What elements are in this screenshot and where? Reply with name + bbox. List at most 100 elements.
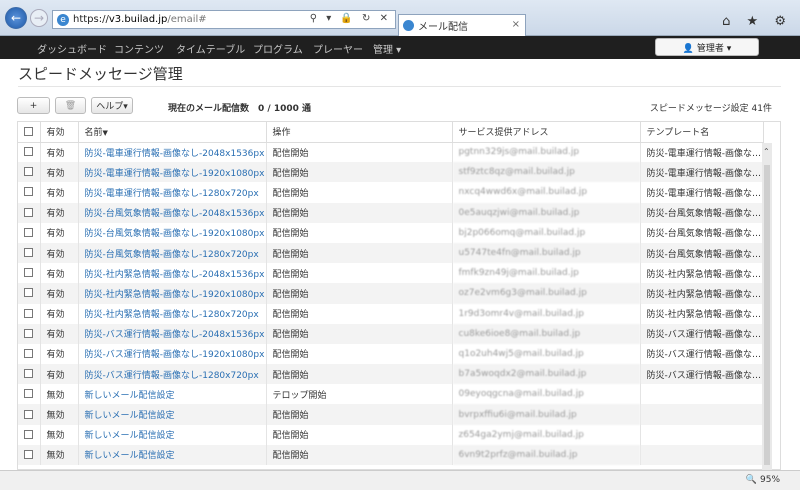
row-checkbox[interactable] xyxy=(24,207,34,217)
header-enabled[interactable]: 有効 xyxy=(40,122,79,143)
row-name-link[interactable]: 新しいメール配信設定 xyxy=(78,424,267,445)
row-select-cell xyxy=(18,424,41,445)
tab-title: メール配信 xyxy=(418,22,468,33)
table-row[interactable]: 無効 新しいメール配信設定 配信開始 z654ga2ymj@mail.builad.j… xyxy=(18,424,764,445)
nav-contents[interactable]: コンテンツ xyxy=(114,41,164,56)
row-checkbox[interactable] xyxy=(24,369,34,379)
row-select-cell xyxy=(18,222,41,243)
row-status: 有効 xyxy=(40,263,79,284)
row-service-address: fmfk9zn49j@mail.builad.jp xyxy=(452,263,641,284)
browser-toolbar-icons[interactable]: ⌂ ★ ⚙ xyxy=(722,14,792,29)
table-row[interactable]: 有効 防災-バス運行情報-画像なし-2048x1536px 配信開始 cu8ke6io… xyxy=(18,323,764,344)
row-service-address: cu8ke6ioe8@mail.builad.jp xyxy=(452,323,641,344)
table-row[interactable]: 有効 防災-バス運行情報-画像なし-1920x1080px 配信開始 q1o2uh4w… xyxy=(18,343,764,365)
table-row[interactable]: 有効 防災-台風気象情報-画像なし-2048x1536px 配信開始 0e5auqzj… xyxy=(18,202,764,223)
row-checkbox[interactable] xyxy=(24,449,34,459)
table-row[interactable]: 有効 防災-バス運行情報-画像なし-1280x720px 配信開始 b7a5woqdx… xyxy=(18,364,764,385)
header-operation[interactable]: 操作 xyxy=(266,122,453,143)
row-template-name xyxy=(640,384,764,405)
chevron-up-icon[interactable]: ⌃ xyxy=(763,147,770,156)
row-name-link[interactable]: 防災-社内緊急情報-画像なし-1280x720px xyxy=(78,303,267,324)
user-menu-button[interactable]: 👤 管理者 ▾ xyxy=(655,38,759,56)
row-name-link[interactable]: 防災-社内緊急情報-画像なし-2048x1536px xyxy=(78,263,267,284)
row-name-link[interactable]: 新しいメール配信設定 xyxy=(78,384,267,405)
row-checkbox[interactable] xyxy=(24,268,34,278)
back-button[interactable]: ← xyxy=(5,7,27,29)
row-service-address: b7a5woqdx2@mail.builad.jp xyxy=(452,364,641,385)
select-all-checkbox[interactable] xyxy=(24,126,34,136)
header-name[interactable]: 名前▼ xyxy=(78,122,267,143)
row-name-link[interactable]: 防災-電車運行情報-画像なし-2048x1536px xyxy=(78,142,267,163)
row-name-link[interactable]: 防災-バス運行情報-画像なし-2048x1536px xyxy=(78,323,267,344)
vertical-scrollbar[interactable]: ⌃ xyxy=(762,143,772,470)
delete-button[interactable]: 🗑 xyxy=(55,97,86,114)
nav-program[interactable]: プログラム xyxy=(253,41,303,56)
close-tab-icon[interactable]: × xyxy=(512,19,520,30)
row-name-link[interactable]: 防災-バス運行情報-画像なし-1280x720px xyxy=(78,364,267,385)
nav-player[interactable]: プレーヤー xyxy=(313,41,363,56)
table-row[interactable]: 有効 防災-社内緊急情報-画像なし-1920x1080px 配信開始 oz7e2vm6… xyxy=(18,283,764,304)
row-checkbox[interactable] xyxy=(24,328,34,338)
table-row[interactable]: 有効 防災-社内緊急情報-画像なし-2048x1536px 配信開始 fmfk9zn4… xyxy=(18,263,764,284)
settings-count: スピードメッセージ設定 41件 xyxy=(649,104,772,114)
row-template-name: 防災-バス運行情報-画像な… xyxy=(640,323,764,344)
row-template-name: 防災-台風気象情報-画像な… xyxy=(640,222,764,243)
row-select-cell xyxy=(18,444,41,465)
url-domain: v3.builad.jp xyxy=(108,14,168,25)
browser-tab[interactable]: メール配信 × xyxy=(398,14,526,36)
row-checkbox[interactable] xyxy=(24,389,34,399)
row-checkbox[interactable] xyxy=(24,187,34,197)
row-name-link[interactable]: 新しいメール配信設定 xyxy=(78,444,267,465)
row-checkbox[interactable] xyxy=(24,147,34,157)
help-dropdown-button[interactable]: ヘルプ▾ xyxy=(91,97,133,114)
address-bar[interactable]: e https:// v3.builad.jp /email# ⚲ ▾ 🔒 ↻ … xyxy=(52,10,396,29)
table-row[interactable]: 有効 防災-台風気象情報-画像なし-1280x720px 配信開始 u5747te4f… xyxy=(18,242,764,264)
row-checkbox[interactable] xyxy=(24,429,34,439)
nav-admin-menu[interactable]: 管理 ▾ xyxy=(373,41,401,56)
row-select-cell xyxy=(18,364,41,385)
row-name-link[interactable]: 防災-バス運行情報-画像なし-1920x1080px xyxy=(78,343,267,365)
row-service-address: stf9ztc8qz@mail.builad.jp xyxy=(452,162,641,183)
nav-timetable[interactable]: タイムテーブル xyxy=(176,41,245,56)
row-checkbox[interactable] xyxy=(24,348,34,358)
row-name-link[interactable]: 防災-台風気象情報-画像なし-1280x720px xyxy=(78,242,267,264)
row-status: 無効 xyxy=(40,424,79,445)
row-service-address: 0e5auqzjwi@mail.builad.jp xyxy=(452,202,641,223)
address-bar-icons[interactable]: ⚲ ▾ 🔒 ↻ ✕ xyxy=(310,13,391,24)
row-status: 無効 xyxy=(40,384,79,405)
row-operation: 配信開始 xyxy=(266,303,453,324)
row-checkbox[interactable] xyxy=(24,227,34,237)
row-name-link[interactable]: 防災-台風気象情報-画像なし-1920x1080px xyxy=(78,222,267,243)
row-service-address: 1r9d3omr4v@mail.builad.jp xyxy=(452,303,641,324)
table-row[interactable]: 有効 防災-社内緊急情報-画像なし-1280x720px 配信開始 1r9d3omr4… xyxy=(18,303,764,324)
table-row[interactable]: 有効 防災-台風気象情報-画像なし-1920x1080px 配信開始 bj2p066o… xyxy=(18,222,764,243)
row-template-name: 防災-社内緊急情報-画像な… xyxy=(640,303,764,324)
zoom-level[interactable]: 🔍 95% xyxy=(746,475,780,485)
row-select-cell xyxy=(18,202,41,223)
row-checkbox[interactable] xyxy=(24,288,34,298)
row-checkbox[interactable] xyxy=(24,167,34,177)
table-row[interactable]: 有効 防災-電車運行情報-画像なし-1280x720px 配信開始 nxcq4wwd6… xyxy=(18,182,764,203)
table-row[interactable]: 無効 新しいメール配信設定 テロップ開始 09eyoqgcna@mail.builad… xyxy=(18,384,764,405)
header-template-name[interactable]: テンプレート名 xyxy=(640,122,764,143)
table-row[interactable]: 無効 新しいメール配信設定 配信開始 bvrpxffiu6i@mail.builad.… xyxy=(18,404,764,425)
nav-dashboard[interactable]: ダッシュボード xyxy=(37,41,107,56)
scrollbar-thumb[interactable] xyxy=(764,165,770,465)
table-row[interactable]: 無効 新しいメール配信設定 配信開始 6vn9t2prfz@mail.builad.j… xyxy=(18,444,764,465)
header-service-address[interactable]: サービス提供アドレス xyxy=(452,122,641,143)
row-service-address: z654ga2ymj@mail.builad.jp xyxy=(452,424,641,445)
add-button[interactable]: + xyxy=(17,97,50,114)
row-name-link[interactable]: 新しいメール配信設定 xyxy=(78,404,267,425)
row-checkbox[interactable] xyxy=(24,409,34,419)
table-row[interactable]: 有効 防災-電車運行情報-画像なし-1920x1080px 配信開始 stf9ztc8… xyxy=(18,162,764,183)
table-row[interactable]: 有効 防災-電車運行情報-画像なし-2048x1536px 配信開始 pgtnn329… xyxy=(18,142,764,163)
forward-button[interactable]: → xyxy=(30,9,48,27)
row-checkbox[interactable] xyxy=(24,248,34,258)
row-name-link[interactable]: 防災-電車運行情報-画像なし-1280x720px xyxy=(78,182,267,203)
row-name-link[interactable]: 防災-台風気象情報-画像なし-2048x1536px xyxy=(78,202,267,223)
row-name-link[interactable]: 防災-社内緊急情報-画像なし-1920x1080px xyxy=(78,283,267,304)
row-checkbox[interactable] xyxy=(24,308,34,318)
row-name-link[interactable]: 防災-電車運行情報-画像なし-1920x1080px xyxy=(78,162,267,183)
row-template-name: 防災-社内緊急情報-画像な… xyxy=(640,283,764,304)
row-template-name: 防災-台風気象情報-画像な… xyxy=(640,242,764,264)
